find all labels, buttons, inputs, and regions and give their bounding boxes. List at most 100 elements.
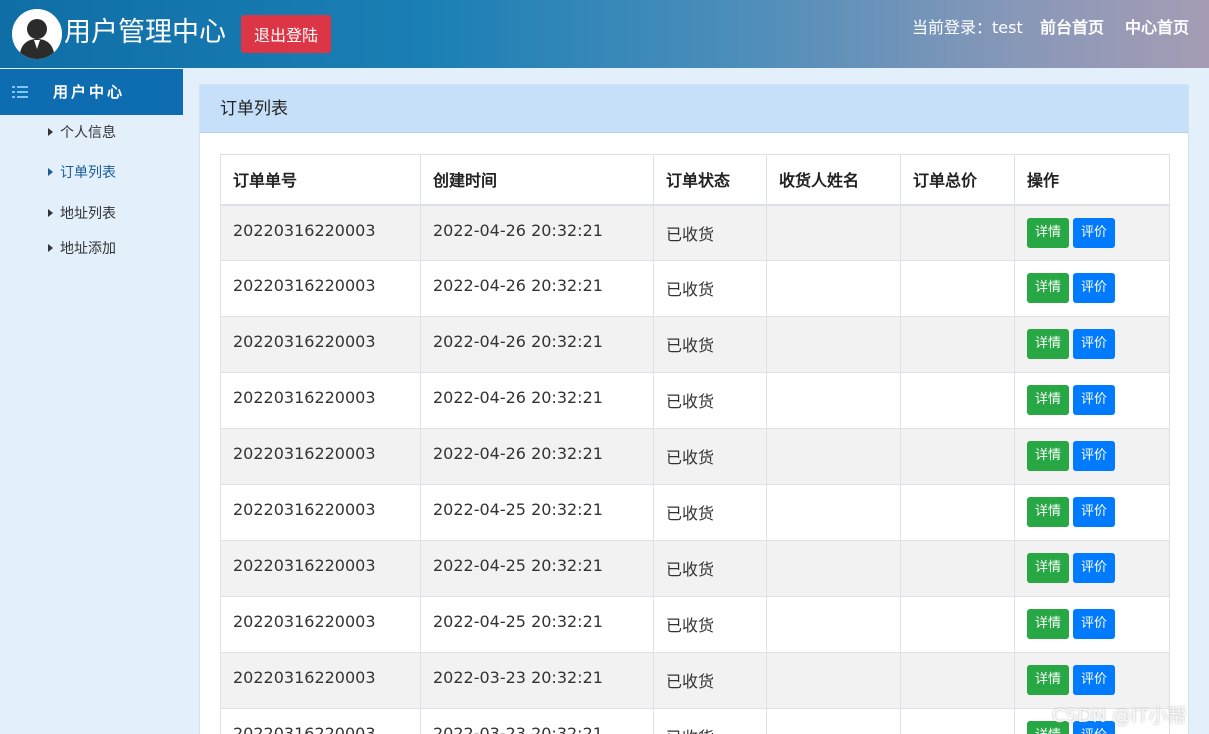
detail-button[interactable]: 详情 (1027, 329, 1070, 359)
detail-button[interactable]: 详情 (1027, 497, 1070, 527)
table-row: 20220316220003 2022-04-25 20:32:21 已收货 详情 评价 (220, 540, 1170, 597)
sidebar-header: 用户中心 (0, 69, 183, 115)
table-row: 20220316220003 2022-04-25 20:32:21 已收货 详情 评价 (220, 596, 1170, 653)
detail-button[interactable]: 详情 (1027, 385, 1070, 415)
review-button[interactable]: 评价 (1073, 273, 1116, 303)
total-cell (900, 204, 1015, 261)
actions-cell: 详情评价 (1014, 260, 1170, 317)
created-time-cell: 2022-04-26 20:32:21 (420, 316, 654, 373)
actions-cell: 详情评价 (1014, 596, 1170, 653)
status-cell: 已收货 (653, 372, 767, 429)
caret-right-icon (48, 209, 53, 217)
actions-cell: 详情评价 (1014, 540, 1170, 597)
column-header-receiver: 收货人姓名 (766, 154, 901, 206)
created-time-cell: 2022-04-26 20:32:21 (420, 204, 654, 261)
created-time-cell: 2022-04-25 20:32:21 (420, 596, 654, 653)
receiver-cell (766, 204, 901, 261)
sidebar-item-address-add[interactable]: 地址添加 (48, 240, 116, 258)
top-header: 用户管理中心 退出登陆 当前登录：test 前台首页 中心首页 (0, 0, 1209, 68)
detail-button[interactable]: 详情 (1027, 609, 1070, 639)
app-title: 用户管理中心 (64, 17, 226, 48)
table-row: 202203162200032022-03-23 20:32:21已收货详情评价 (220, 652, 1170, 709)
table-row: 20220316220003 2022-04-26 20:32:21 已收货 详情 评价 (220, 204, 1170, 261)
status-cell: 已收货 (653, 652, 767, 709)
review-button[interactable]: 评价 (1073, 665, 1116, 695)
review-button[interactable]: 评价 (1073, 609, 1116, 639)
detail-button[interactable]: 详情 (1027, 441, 1070, 471)
order-no-cell: 20220316220003 (220, 484, 421, 541)
receiver-cell (766, 652, 901, 709)
actions-cell: 详情评价 (1014, 204, 1170, 261)
detail-button[interactable]: 详情 (1027, 665, 1070, 695)
column-header-actions: 操作 (1014, 154, 1170, 206)
current-login-label: 当前登录：test (912, 18, 1023, 37)
sidebar-item-label: 地址添加 (60, 241, 116, 257)
status-cell: 已收货 (653, 484, 767, 541)
caret-right-icon (48, 168, 53, 176)
sidebar-item-orders[interactable]: 订单列表 (48, 164, 116, 182)
receiver-cell (766, 428, 901, 485)
table-row: 20220316220003 2022-04-26 20:32:21 已收货 详情 评价 (220, 260, 1170, 317)
total-cell (900, 484, 1015, 541)
table-row: 20220316220003 2022-04-26 20:32:21 已收货 详情 评价 (220, 372, 1170, 429)
receiver-cell (766, 708, 901, 734)
actions-cell: 详情评价 (1014, 428, 1170, 485)
receiver-cell (766, 540, 901, 597)
total-cell (900, 372, 1015, 429)
column-header-status: 订单状态 (653, 154, 767, 206)
sidebar-item-label: 订单列表 (60, 165, 116, 181)
order-no-cell: 20220316220003 (220, 204, 421, 261)
detail-button[interactable]: 详情 (1027, 273, 1070, 303)
order-no-cell: 20220316220003 (220, 428, 421, 485)
nav-center-home-link[interactable]: 中心首页 (1125, 17, 1189, 39)
watermark: CSDN @IT小帮 (1052, 705, 1187, 727)
order-table-body: 20220316220003 2022-04-26 20:32:21 已收货 详情 评价… (220, 204, 1170, 734)
receiver-cell (766, 596, 901, 653)
user-avatar-icon (12, 9, 62, 59)
total-cell (900, 316, 1015, 373)
table-header-row: 订单单号 创建时间 订单状态 收货人姓名 订单总价 操作 (220, 154, 1170, 206)
logout-button[interactable]: 退出登陆 (241, 15, 331, 53)
actions-cell: 详情评价 (1014, 372, 1170, 429)
total-cell (900, 708, 1015, 734)
created-time-cell: 2022-04-26 20:32:21 (420, 428, 654, 485)
status-cell: 已收货 (653, 428, 767, 485)
sidebar-item-address-list[interactable]: 地址列表 (48, 205, 116, 223)
panel-title: 订单列表 (220, 99, 288, 119)
order-no-cell: 20220316220003 (220, 596, 421, 653)
column-header-order-no: 订单单号 (220, 154, 421, 206)
status-cell: 已收货 (653, 540, 767, 597)
created-time-cell: 2022-04-26 20:32:21 (420, 372, 654, 429)
sidebar-item-label: 地址列表 (60, 206, 116, 222)
created-time-cell: 2022-03-23 20:32:21 (420, 652, 654, 709)
status-cell: 已收货 (653, 316, 767, 373)
order-no-cell: 20220316220003 (220, 708, 421, 734)
status-cell: 已收货 (653, 596, 767, 653)
caret-right-icon (48, 244, 53, 252)
order-no-cell: 20220316220003 (220, 260, 421, 317)
total-cell (900, 428, 1015, 485)
receiver-cell (766, 316, 901, 373)
panel-header: 订单列表 (200, 85, 1188, 133)
receiver-cell (766, 372, 901, 429)
review-button[interactable]: 评价 (1073, 441, 1116, 471)
review-button[interactable]: 评价 (1073, 329, 1116, 359)
sidebar-title: 用户中心 (53, 83, 126, 101)
status-cell: 已收货 (653, 260, 767, 317)
nav-front-home-link[interactable]: 前台首页 (1040, 17, 1104, 39)
order-no-cell: 20220316220003 (220, 540, 421, 597)
review-button[interactable]: 评价 (1073, 385, 1116, 415)
review-button[interactable]: 评价 (1073, 497, 1116, 527)
created-time-cell: 2022-04-26 20:32:21 (420, 260, 654, 317)
review-button[interactable]: 评价 (1073, 217, 1116, 248)
status-cell: 已收货 (653, 708, 767, 734)
table-row: 202203162200032022-03-23 20:32:21已收货详情评价 (220, 708, 1170, 734)
caret-right-icon (48, 128, 53, 136)
sidebar-item-profile[interactable]: 个人信息 (48, 124, 116, 142)
detail-button[interactable]: 详情 (1027, 217, 1070, 248)
review-button[interactable]: 评价 (1073, 553, 1116, 583)
created-time-cell: 2022-04-25 20:32:21 (420, 484, 654, 541)
detail-button[interactable]: 详情 (1027, 553, 1070, 583)
sidebar-item-label: 个人信息 (60, 125, 116, 141)
created-time-cell: 2022-04-25 20:32:21 (420, 540, 654, 597)
